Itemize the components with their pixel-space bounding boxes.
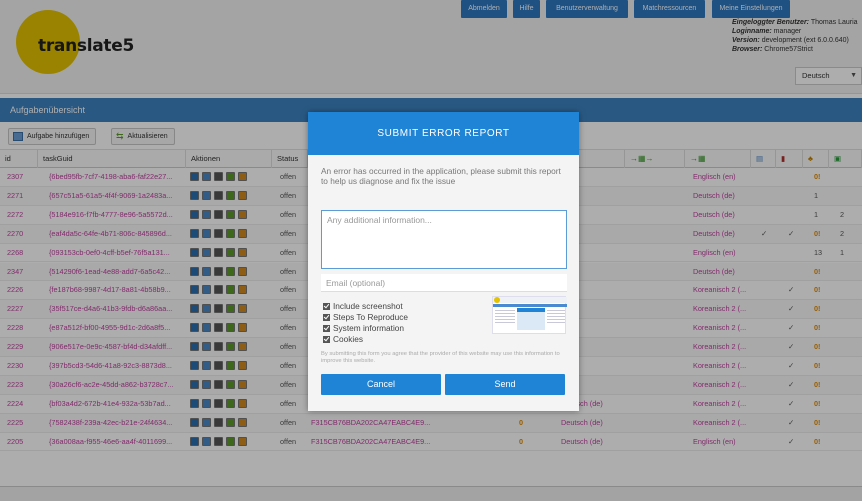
system-information-checkbox[interactable]: System information <box>323 323 404 333</box>
include-screenshot-checkbox[interactable]: Include screenshot <box>323 301 403 311</box>
cancel-button[interactable]: Cancel <box>321 374 441 395</box>
error-message: An error has occurred in the application… <box>321 166 561 186</box>
checkbox-checked-icon <box>323 335 330 343</box>
system-information-label: System information <box>333 323 405 333</box>
checkbox-checked-icon <box>323 313 330 321</box>
additional-info-textarea[interactable]: Any additional information... <box>321 210 567 269</box>
include-screenshot-label: Include screenshot <box>333 301 403 311</box>
screenshot-thumbnail[interactable] <box>492 296 567 334</box>
screenshot-preview-image <box>493 297 567 330</box>
checkbox-checked-icon <box>323 302 330 310</box>
send-button[interactable]: Send <box>445 374 565 395</box>
dialog-title: SUBMIT ERROR REPORT <box>308 112 579 155</box>
checkbox-checked-icon <box>323 324 330 332</box>
email-field[interactable]: Email (optional) <box>321 274 567 292</box>
cookies-checkbox[interactable]: Cookies <box>323 334 363 344</box>
cookies-label: Cookies <box>333 334 363 344</box>
error-report-dialog: SUBMIT ERROR REPORT An error has occurre… <box>308 112 579 411</box>
consent-disclaimer: By submitting this form you agree that t… <box>321 351 560 364</box>
steps-to-reproduce-label: Steps To Reproduce <box>333 312 409 322</box>
steps-to-reproduce-checkbox[interactable]: Steps To Reproduce <box>323 312 408 322</box>
